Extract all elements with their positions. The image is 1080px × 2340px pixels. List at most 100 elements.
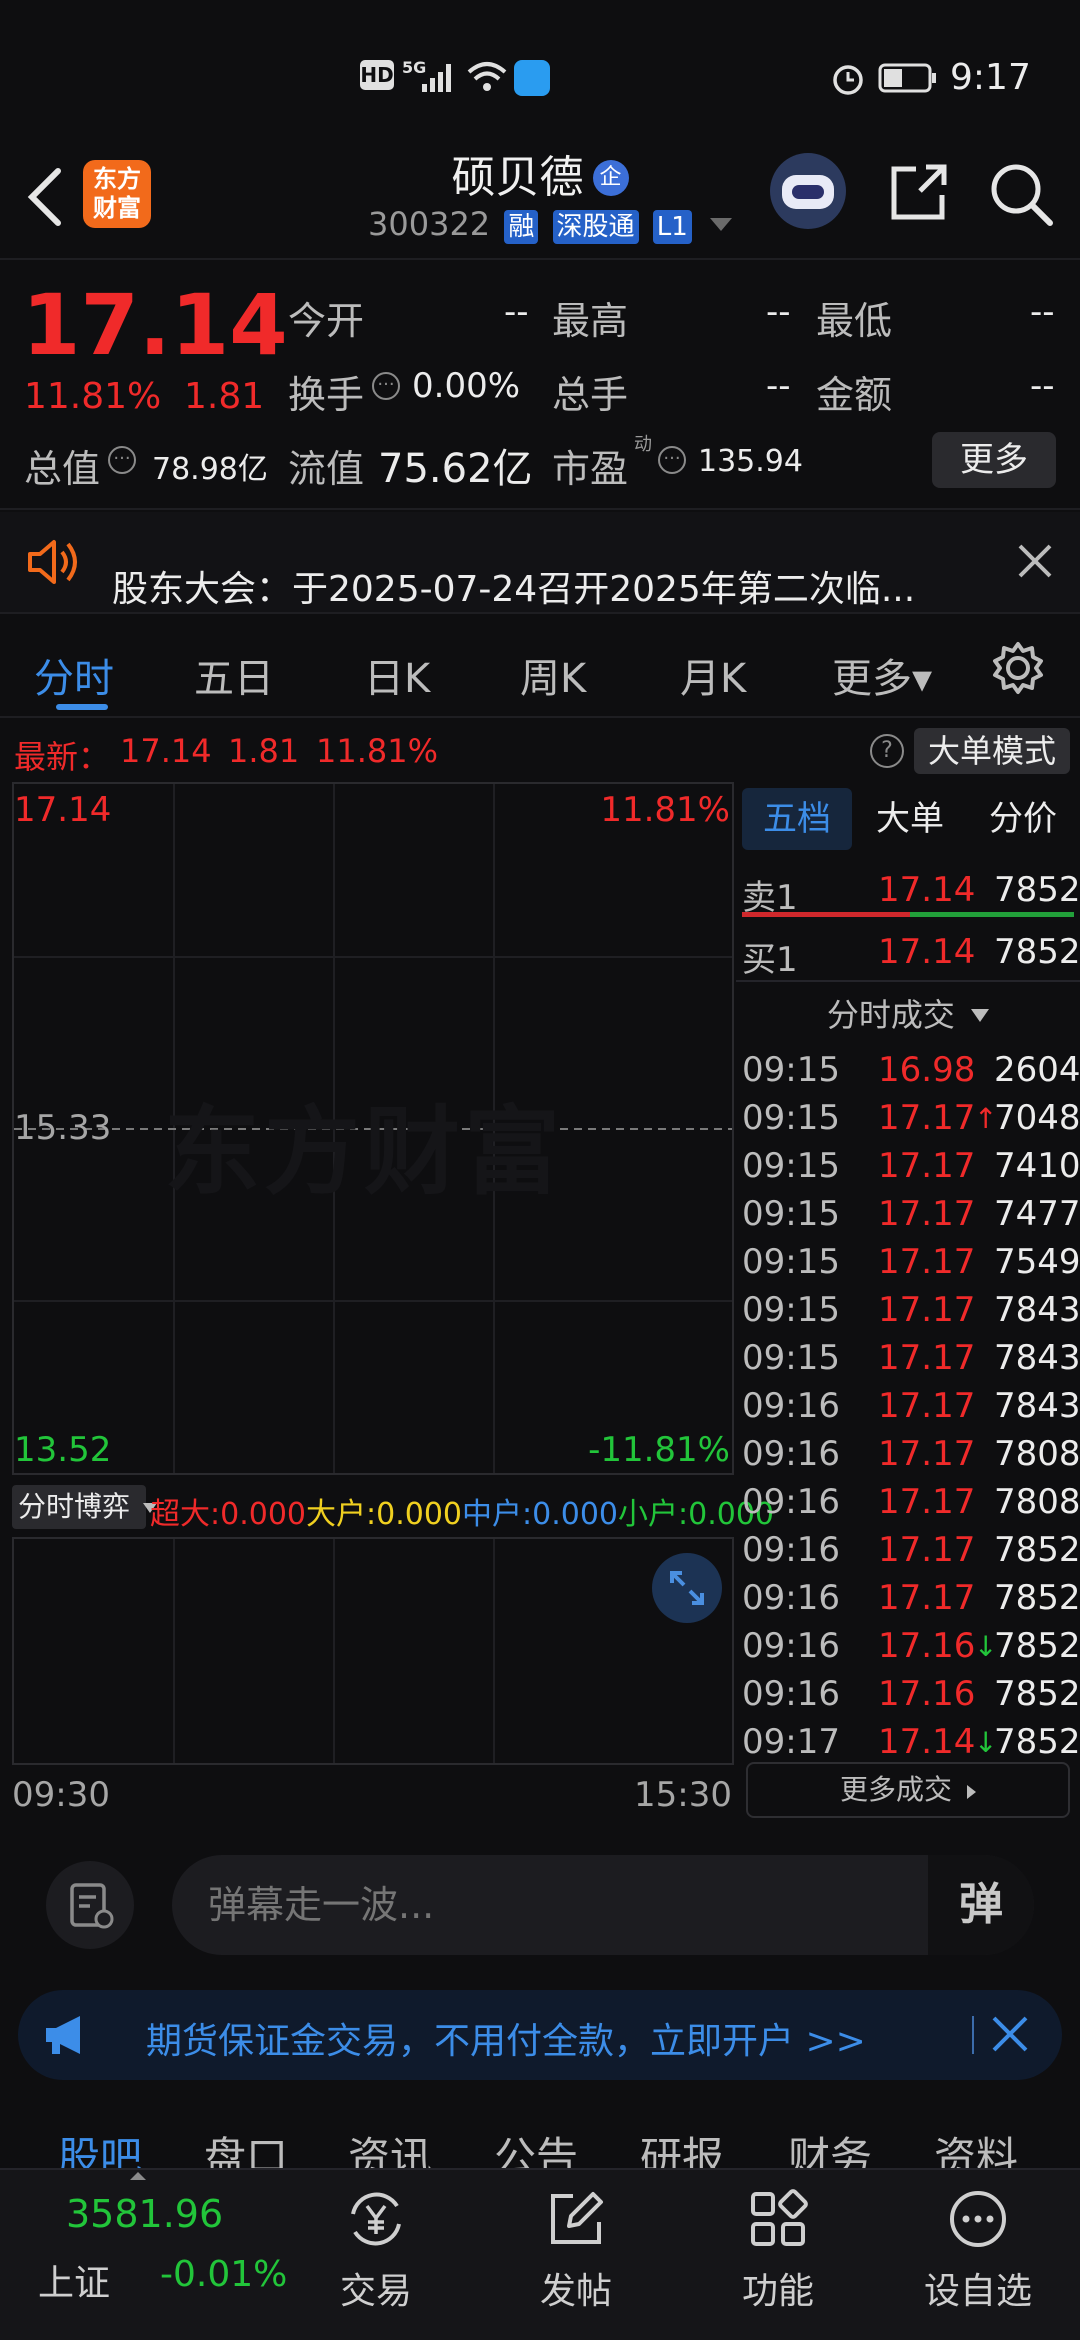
trade-time: 09:16	[742, 1482, 840, 1522]
trade-price: 17.17	[878, 1434, 976, 1474]
tab-price-distribution[interactable]: 分价	[968, 788, 1078, 850]
trades-title[interactable]: 分时成交	[736, 990, 1080, 1036]
sub-chart[interactable]	[12, 1537, 734, 1765]
volume-value: --	[766, 366, 791, 406]
expand-icon[interactable]	[652, 1553, 722, 1623]
close-icon[interactable]	[990, 2014, 1030, 2054]
info-icon[interactable]: ···	[658, 446, 686, 474]
close-icon[interactable]	[1016, 542, 1054, 580]
buy1-qty: 7852	[994, 932, 1080, 972]
axis-top-price: 17.14	[14, 790, 112, 830]
nav-post[interactable]: 发帖	[496, 2186, 656, 2314]
futures-ad-banner[interactable]: 期货保证金交易，不用付全款，立即开户 >>	[18, 1990, 1062, 2080]
flow-legend: 超大:0.000大户:0.000中户:0.000小户:0.000	[150, 1489, 774, 1533]
gear-icon[interactable]	[990, 640, 1046, 696]
trade-qty: 7410	[994, 1146, 1080, 1186]
trade-time: 09:16	[742, 1434, 840, 1474]
info-icon[interactable]: ···	[372, 372, 400, 400]
help-icon[interactable]: ?	[870, 734, 904, 768]
trade-row: 09:15 17.17 7477	[736, 1188, 1080, 1236]
trade-time: 09:15	[742, 1194, 840, 1234]
trade-price: 17.17	[878, 1194, 976, 1234]
tab-news[interactable]: 资讯	[348, 2124, 432, 2168]
tab-daily-k[interactable]: 日K	[364, 646, 430, 704]
nav-trade-label: 交易	[339, 2271, 412, 2312]
axis-mid-price: 15.33	[14, 1108, 112, 1148]
trade-row: 09:15 16.98 2604	[736, 1044, 1080, 1092]
tab-5day[interactable]: 五日	[194, 646, 274, 704]
tab-research[interactable]: 研报	[640, 2124, 724, 2168]
axis-bottom-pct: -11.81%	[588, 1430, 730, 1470]
trade-qty: 7843	[994, 1386, 1080, 1426]
latest-price: 17.14	[120, 732, 212, 770]
trade-qty: 7852	[994, 1722, 1080, 1762]
more-trades-button[interactable]: 更多成交	[746, 1762, 1070, 1818]
notice-bar[interactable]: 股东大会：于2025-07-24召开2025年第二次临...	[0, 512, 1080, 614]
trade-list: 09:15 16.98 2604 09:15 17.17 ↑ 7048 09:15 17.17 7…	[736, 1044, 1080, 1762]
index-widget[interactable]: 3581.96 上证 -0.01%	[0, 2170, 290, 2340]
tab-more[interactable]: 更多▾	[832, 646, 932, 704]
trade-qty: 7048	[994, 1098, 1080, 1138]
chevron-down-icon[interactable]	[709, 218, 732, 231]
danmu-input-wrapper: 弹	[172, 1855, 1034, 1955]
float-value: 75.62亿	[378, 446, 533, 492]
tab-profile[interactable]: 资料	[934, 2124, 1018, 2168]
tab-weekly-k[interactable]: 周K	[520, 646, 586, 704]
big-order-mode-button[interactable]: 大单模式	[914, 728, 1070, 774]
speaker-icon	[28, 540, 77, 584]
signal-icon	[422, 64, 451, 92]
flow-selector-label: 分时博弈	[18, 1490, 131, 1523]
index-value: 3581.96	[66, 2192, 224, 2236]
tab-forum[interactable]: 股吧	[58, 2124, 142, 2168]
search-icon[interactable]	[986, 159, 1056, 229]
nav-post-label: 发帖	[539, 2271, 612, 2312]
level-badge: L1	[652, 210, 692, 244]
trade-row: 09:17 17.14 ↓ 7852	[736, 1716, 1080, 1764]
chart-tabs: 分时 五日 日K 周K 月K 更多▾	[0, 616, 1080, 718]
sell1-row: 卖1 17.14 7852	[736, 864, 1080, 918]
stock-code: 300322	[368, 205, 491, 243]
float-label: 流值	[288, 447, 365, 491]
buy1-row: 买1 17.14 7852	[736, 926, 1080, 980]
tab-intraday[interactable]: 分时	[34, 646, 114, 704]
nav-add-watchlist[interactable]: 设自选	[898, 2186, 1058, 2314]
ad-text: 期货保证金交易，不用付全款，立即开户 >>	[146, 2021, 866, 2062]
change-value: 1.81	[184, 376, 265, 417]
danmu-send-button[interactable]: 弹	[928, 1855, 1034, 1955]
nav-functions[interactable]: 功能	[698, 2186, 858, 2314]
tab-five-levels[interactable]: 五档	[742, 788, 852, 850]
trade-time: 09:15	[742, 1338, 840, 1378]
tab-order-book[interactable]: 盘口	[204, 2124, 288, 2168]
tab-announcements[interactable]: 公告	[494, 2124, 578, 2168]
tab-financials[interactable]: 财务	[788, 2124, 872, 2168]
mktcap-label: 总值	[24, 447, 101, 491]
trade-price: 17.17	[878, 1482, 976, 1522]
margin-badge: 融	[504, 210, 539, 244]
trade-qty: 7852	[994, 1578, 1080, 1618]
trade-row: 09:16 17.17 7808	[736, 1428, 1080, 1476]
tab-monthly-k[interactable]: 月K	[680, 646, 746, 704]
app-notification-icon	[514, 60, 550, 96]
more-button[interactable]: 更多	[932, 432, 1056, 488]
robot-assistant-icon[interactable]	[770, 153, 846, 229]
latest-label: 最新：	[14, 738, 111, 776]
connect-badge: 深股通	[552, 210, 639, 244]
intraday-chart[interactable]: 东方财富 17.14 11.81% 15.33 13.52 -11.81%	[12, 782, 734, 1475]
trade-time: 09:16	[742, 1674, 840, 1714]
trade-time: 09:16	[742, 1386, 840, 1426]
danmu-input[interactable]	[208, 1875, 768, 1935]
trade-time: 09:16	[742, 1626, 840, 1666]
tab-indicator	[56, 704, 108, 710]
nav-trade[interactable]: 交易	[296, 2186, 456, 2314]
yen-refresh-icon	[351, 2192, 401, 2246]
volume-label: 总手	[552, 373, 629, 417]
danmu-settings-icon[interactable]	[46, 1861, 134, 1949]
tab-big-orders[interactable]: 大单	[860, 788, 960, 850]
info-icon[interactable]: ···	[108, 446, 136, 474]
share-icon[interactable]	[886, 161, 950, 225]
low-label: 最低	[816, 299, 893, 343]
pe-value: 135.94	[698, 444, 803, 479]
trade-price: 17.16	[878, 1674, 976, 1714]
turnover-value: 0.00%	[412, 366, 521, 406]
flow-selector[interactable]: 分时博弈	[12, 1485, 157, 1529]
